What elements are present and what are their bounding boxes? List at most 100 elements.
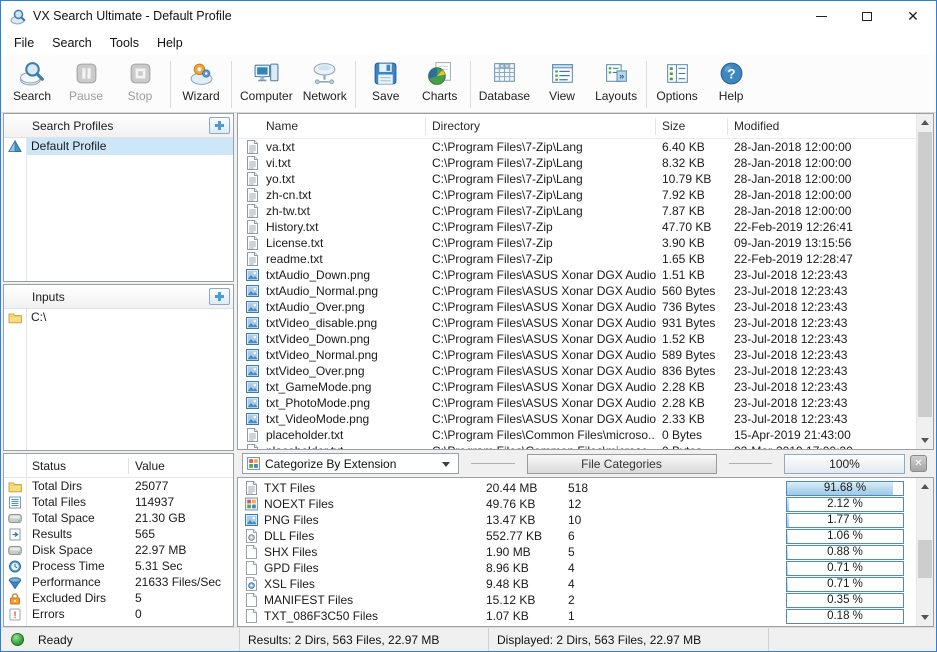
- noext-icon: [245, 497, 258, 511]
- file-row[interactable]: placeholder.txtC:\Program Files\Common F…: [238, 427, 916, 443]
- image-file-icon-cell: [238, 300, 266, 314]
- file-row[interactable]: History.txtC:\Program Files\7-Zip47.70 K…: [238, 219, 916, 235]
- txt-icon: [246, 236, 259, 250]
- computer-icon: [253, 60, 280, 87]
- file-row[interactable]: txt_VideoMode.pngC:\Program Files\ASUS X…: [238, 411, 916, 427]
- toolbar-search-button[interactable]: Search: [5, 57, 59, 112]
- scroll-up-icon[interactable]: [917, 478, 933, 495]
- menu-file[interactable]: File: [5, 33, 43, 53]
- profile-item[interactable]: Default Profile: [4, 138, 233, 155]
- category-row[interactable]: NOEXT Files49.76 KB122.12 %: [238, 496, 916, 512]
- file-row[interactable]: zh-cn.txtC:\Program Files\7-Zip\Lang7.92…: [238, 187, 916, 203]
- file-size: 7.92 KB: [656, 188, 728, 202]
- category-count: 6: [568, 529, 786, 543]
- scroll-down-icon[interactable]: [917, 432, 933, 449]
- toolbar-wizard-button[interactable]: Wizard: [174, 57, 228, 112]
- file-row[interactable]: txtAudio_Normal.pngC:\Program Files\ASUS…: [238, 283, 916, 299]
- toolbar-help-button[interactable]: ?Help: [704, 57, 758, 112]
- file-row[interactable]: txtAudio_Over.pngC:\Program Files\ASUS X…: [238, 299, 916, 315]
- file-row[interactable]: va.txtC:\Program Files\7-Zip\Lang6.40 KB…: [238, 139, 916, 155]
- file-row[interactable]: License.txtC:\Program Files\7-Zip3.90 KB…: [238, 235, 916, 251]
- column-header-size[interactable]: Size: [656, 118, 728, 135]
- column-header-modified[interactable]: Modified: [728, 118, 916, 135]
- category-row[interactable]: SHX Files1.90 MB50.88 %: [238, 544, 916, 560]
- image-file-icon-cell: [238, 348, 266, 362]
- category-row[interactable]: TXT_086F3C50 Files1.07 KB10.18 %: [238, 608, 916, 624]
- category-row[interactable]: PNG Files13.47 KB101.77 %: [238, 512, 916, 528]
- status-column-header: Status: [26, 458, 129, 474]
- column-header-directory[interactable]: Directory: [426, 118, 656, 135]
- file-row[interactable]: txtAudio_Down.pngC:\Program Files\ASUS X…: [238, 267, 916, 283]
- file-row[interactable]: txt_GameMode.pngC:\Program Files\ASUS Xo…: [238, 379, 916, 395]
- text-file-icon-cell: [238, 156, 266, 170]
- add-profile-button[interactable]: [209, 117, 230, 134]
- profile-item-label: Default Profile: [26, 138, 233, 155]
- text-file-icon-cell: [238, 188, 266, 202]
- category-row[interactable]: XSL Files9.48 KB40.71 %: [238, 576, 916, 592]
- categorize-mode-select[interactable]: Categorize By Extension: [242, 453, 459, 474]
- toolbar-layouts-button[interactable]: »Layouts: [589, 57, 643, 112]
- text-file-icon-cell: [238, 428, 266, 442]
- toolbar-separator: [170, 61, 171, 108]
- category-row[interactable]: DLL Files552.77 KB61.06 %: [238, 528, 916, 544]
- percent-bar-label: 1.77 %: [787, 514, 903, 527]
- file-row[interactable]: txtVideo_Down.pngC:\Program Files\ASUS X…: [238, 331, 916, 347]
- category-row[interactable]: GPD Files8.96 KB40.71 %: [238, 560, 916, 576]
- scroll-down-icon[interactable]: [917, 609, 933, 626]
- category-size: 49.76 KB: [486, 497, 568, 511]
- maximize-button[interactable]: [844, 1, 890, 31]
- close-button[interactable]: ✕: [890, 1, 936, 31]
- minimize-button[interactable]: [798, 1, 844, 31]
- toolbar-options-button[interactable]: Options: [650, 57, 704, 112]
- toolbar-charts-button[interactable]: Charts: [413, 57, 467, 112]
- toolbar-save-button[interactable]: Save: [359, 57, 413, 112]
- files-icon-cell: [4, 496, 26, 509]
- file-row[interactable]: yo.txtC:\Program Files\7-Zip\Lang10.79 K…: [238, 171, 916, 187]
- file-list-scrollbar[interactable]: [916, 114, 933, 449]
- category-list-scrollbar[interactable]: [916, 478, 933, 626]
- window-controls: ✕: [798, 1, 936, 31]
- file-row[interactable]: vi.txtC:\Program Files\7-Zip\Lang8.32 KB…: [238, 155, 916, 171]
- file-name: vi.txt: [266, 156, 426, 170]
- file-categories-button[interactable]: File Categories: [527, 454, 717, 474]
- category-row[interactable]: TXT Files20.44 MB51891.68 %: [238, 480, 916, 496]
- scrollbar-thumb[interactable]: [918, 540, 932, 578]
- toolbar-view-button[interactable]: View: [535, 57, 589, 112]
- svg-text:!: !: [14, 610, 17, 620]
- scroll-up-icon[interactable]: [917, 114, 933, 131]
- close-categories-button[interactable]: ✕: [910, 455, 927, 472]
- menu-help[interactable]: Help: [148, 33, 192, 53]
- file-modified: 23-Jul-2018 12:23:43: [728, 412, 916, 426]
- menu-tools[interactable]: Tools: [101, 33, 148, 53]
- toolbar-button-label: Database: [479, 89, 530, 103]
- file-directory: C:\Program Files\ASUS Xonar DGX Audio...: [426, 364, 656, 378]
- menu-search[interactable]: Search: [43, 33, 101, 53]
- toolbar-pause-button: Pause: [59, 57, 113, 112]
- file-row[interactable]: txtVideo_Normal.pngC:\Program Files\ASUS…: [238, 347, 916, 363]
- file-name: readme.txt: [266, 252, 426, 266]
- scrollbar-thumb[interactable]: [918, 132, 932, 417]
- file-name: va.txt: [266, 140, 426, 154]
- zoom-level-button[interactable]: 100%: [784, 454, 905, 474]
- file-row[interactable]: readme.txtC:\Program Files\7-Zip1.65 KB2…: [238, 251, 916, 267]
- status-value: 114937: [129, 495, 174, 509]
- toolbar-separator: [231, 61, 232, 108]
- file-row[interactable]: txt_PhotoMode.pngC:\Program Files\ASUS X…: [238, 395, 916, 411]
- input-item[interactable]: C:\: [4, 309, 233, 326]
- file-modified: 15-Apr-2019 21:43:00: [728, 428, 916, 442]
- category-row[interactable]: MANIFEST Files15.12 KB20.35 %: [238, 592, 916, 608]
- file-row[interactable]: zh-tw.txtC:\Program Files\7-Zip\Lang7.87…: [238, 203, 916, 219]
- page-icon-cell: [238, 609, 264, 623]
- toolbar-database-button[interactable]: Database: [474, 57, 535, 112]
- file-name: txtAudio_Normal.png: [266, 284, 426, 298]
- column-header-name[interactable]: Name: [238, 118, 426, 135]
- status-panel: Status Value Total Dirs25077Total Files1…: [3, 453, 234, 627]
- svg-text:»: »: [619, 71, 624, 81]
- file-row[interactable]: placeholder.txtC:\Program Files\Common F…: [238, 443, 916, 449]
- add-input-button[interactable]: [209, 288, 230, 305]
- profile-icon-cell: [4, 140, 26, 153]
- toolbar-network-button[interactable]: Network: [298, 57, 352, 112]
- toolbar-computer-button[interactable]: Computer: [235, 57, 298, 112]
- file-row[interactable]: txtVideo_Over.pngC:\Program Files\ASUS X…: [238, 363, 916, 379]
- file-row[interactable]: txtVideo_disable.pngC:\Program Files\ASU…: [238, 315, 916, 331]
